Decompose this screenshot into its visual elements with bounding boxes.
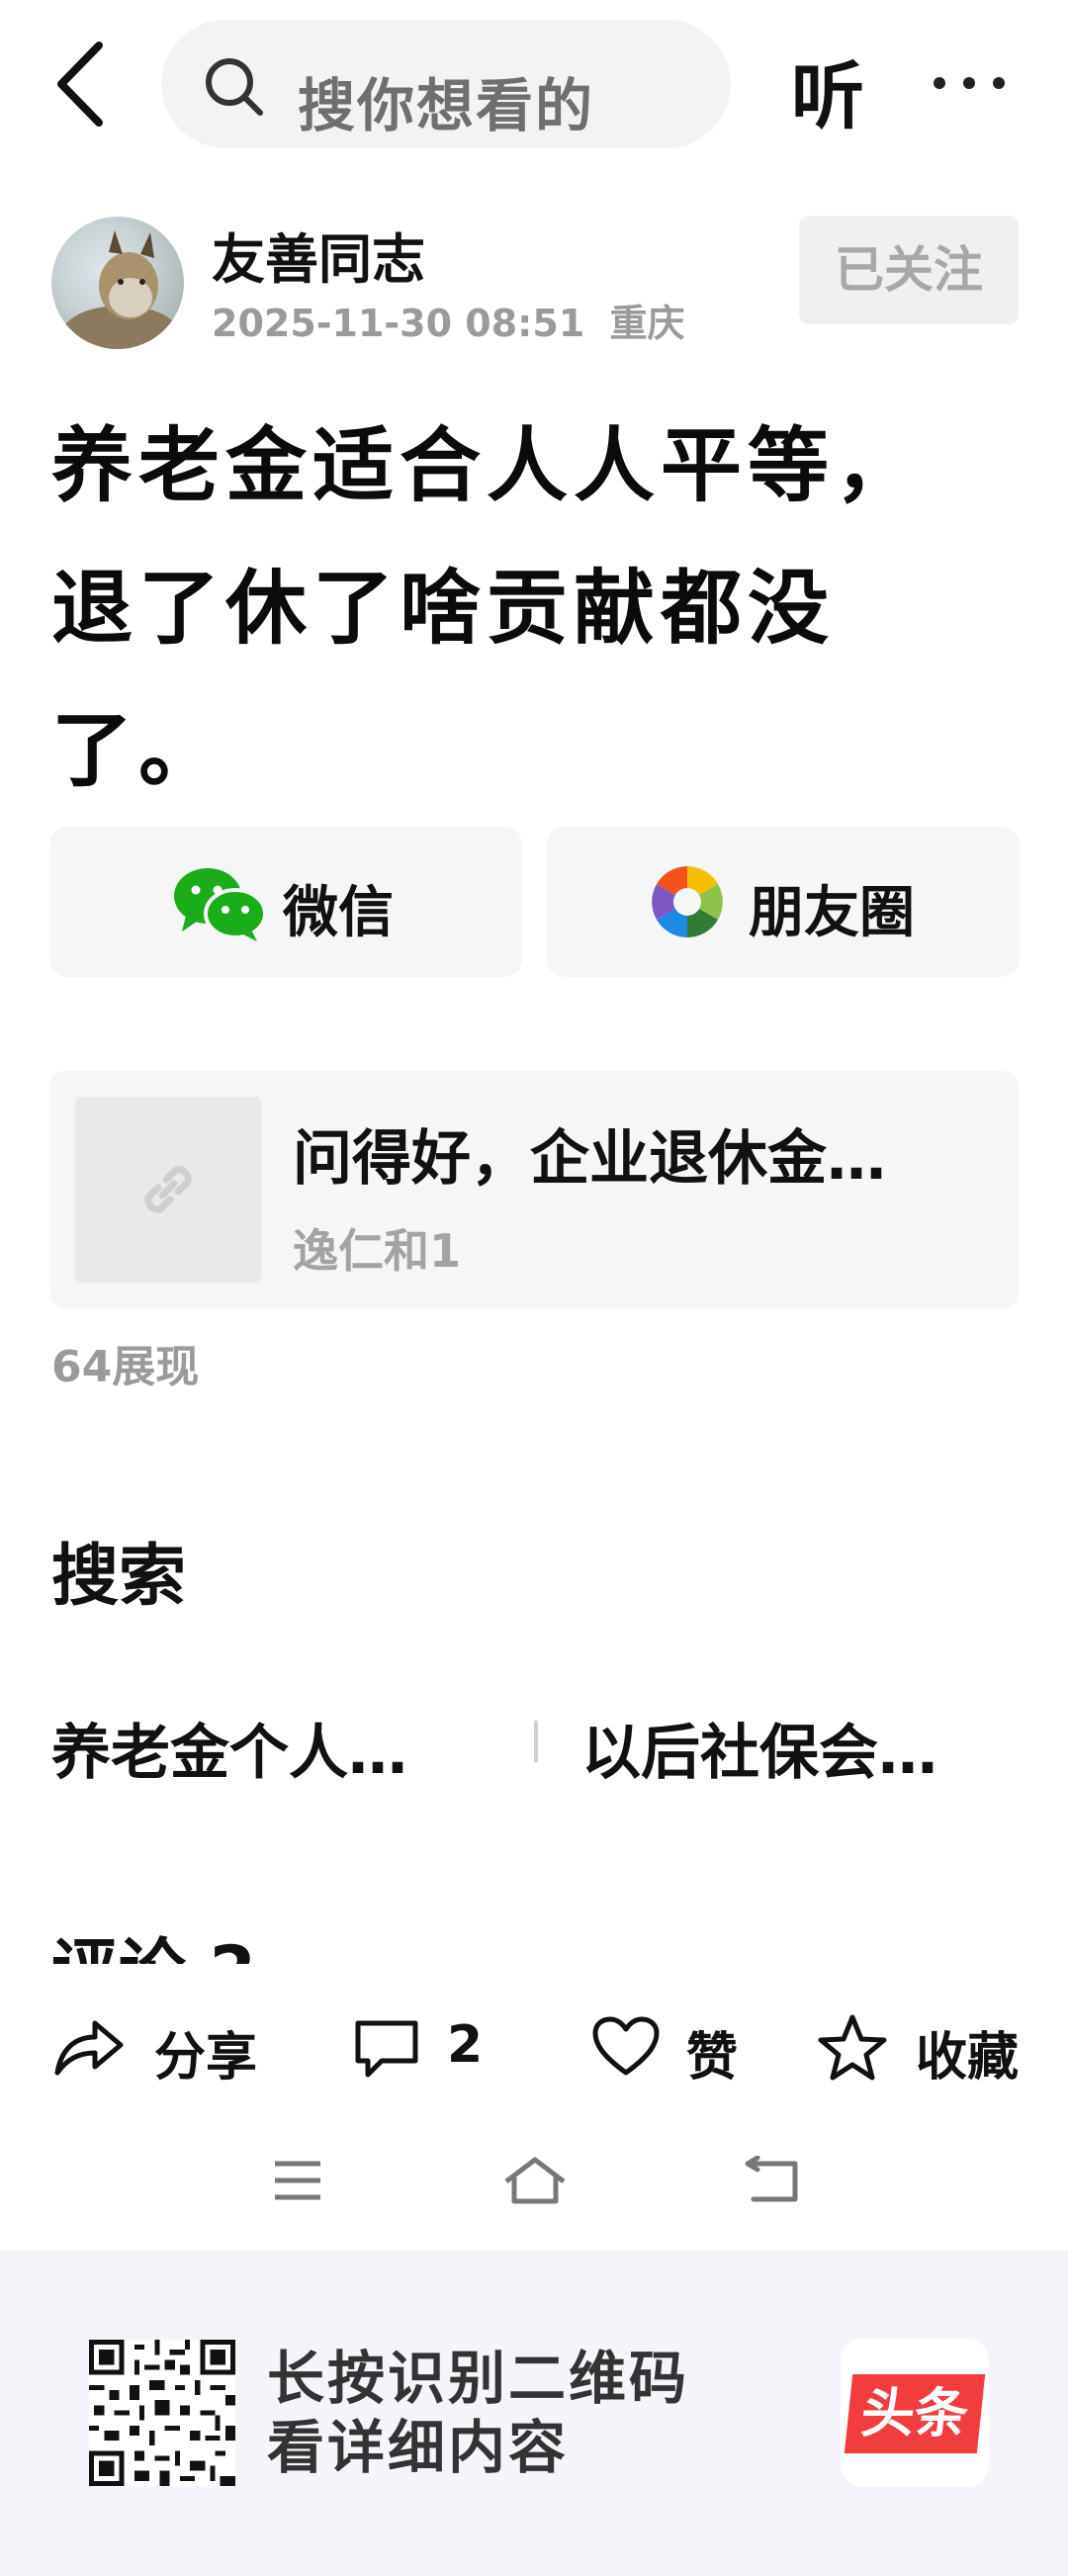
link-icon — [144, 1166, 192, 1213]
qr-code-icon — [89, 2340, 235, 2486]
title-line: 养老金适合人人平等， — [51, 419, 923, 513]
star-icon — [818, 2014, 887, 2081]
article-title: 养老金适合人人平等， 退了休了啥贡献都没 了。 — [51, 396, 941, 823]
return-icon — [745, 2155, 798, 2202]
lynx-avatar-icon — [61, 230, 180, 349]
home-icon — [504, 2157, 566, 2204]
linked-article-card[interactable]: 问得好，企业退休金… 逸仁和1 — [49, 1071, 1019, 1308]
toutiao-app-logo[interactable]: 头条 — [841, 2339, 989, 2487]
link-thumbnail — [75, 1097, 261, 1283]
title-line: 了。 — [51, 704, 226, 798]
search-section-heading: 搜索 — [51, 1538, 187, 1616]
more-dots-icon — [934, 77, 1005, 89]
share-arrow-icon — [54, 2020, 124, 2076]
link-title: 问得好，企业退休金… — [293, 1124, 886, 1194]
comments-heading: 评论 2 — [51, 1926, 256, 1964]
like-action[interactable]: 赞 — [591, 2007, 750, 2087]
follow-button[interactable]: 已关注 — [799, 216, 1019, 324]
moments-aperture-icon — [652, 866, 723, 937]
menu-lines-icon — [275, 2161, 320, 2200]
back-arrow-icon — [57, 42, 103, 127]
search-placeholder: 搜你想看的 — [298, 72, 595, 139]
footer-line: 长按识别二维码 — [267, 2345, 690, 2412]
post-location: 重庆 — [609, 302, 685, 345]
comment-action[interactable]: 2 — [352, 2007, 500, 2087]
author-name[interactable]: 友善同志 — [212, 216, 425, 294]
back-nav-button[interactable] — [744, 2155, 799, 2209]
share-action[interactable]: 分享 — [51, 2007, 269, 2087]
heart-icon — [592, 2016, 660, 2076]
share-wechat-label: 微信 — [283, 881, 394, 945]
listen-button[interactable]: 听 — [791, 38, 864, 143]
search-icon — [206, 58, 263, 116]
view-count: 64展现 — [51, 1342, 200, 1392]
comment-bubble-icon — [355, 2020, 418, 2078]
footer-line: 看详细内容 — [267, 2414, 570, 2481]
toutiao-badge: 头条 — [844, 2374, 986, 2453]
post-meta: 2025-11-30 08:51 重庆 — [212, 293, 685, 347]
author-avatar[interactable] — [51, 217, 184, 349]
favorite-label: 收藏 — [916, 2028, 1020, 2087]
qr-code[interactable] — [89, 2340, 235, 2486]
title-line: 退了休了啥贡献都没 — [51, 562, 836, 656]
favorite-action[interactable]: 收藏 — [817, 2007, 1034, 2087]
menu-nav-button[interactable] — [271, 2156, 324, 2209]
like-label: 赞 — [686, 2028, 739, 2087]
home-nav-button[interactable] — [502, 2156, 568, 2209]
footer-instructions: 长按识别二维码 看详细内容 — [267, 2344, 689, 2482]
share-action-label: 分享 — [154, 2028, 258, 2087]
wechat-icon — [174, 868, 267, 941]
share-wechat-button[interactable]: 微信 — [49, 827, 522, 977]
post-datetime: 2025-11-30 08:51 — [212, 302, 585, 345]
suggestion-divider — [534, 1721, 538, 1762]
search-suggestion[interactable]: 以后社保会… — [581, 1705, 937, 1791]
link-source: 逸仁和1 — [293, 1224, 462, 1278]
share-moments-button[interactable]: 朋友圈 — [547, 827, 1020, 977]
search-bar[interactable]: 搜你想看的 — [161, 20, 731, 148]
comment-count: 2 — [447, 2015, 484, 2075]
back-button[interactable] — [51, 40, 111, 129]
search-suggestion[interactable]: 养老金个人… — [51, 1705, 407, 1791]
share-moments-label: 朋友圈 — [749, 881, 915, 945]
more-options-button[interactable] — [930, 73, 1009, 93]
